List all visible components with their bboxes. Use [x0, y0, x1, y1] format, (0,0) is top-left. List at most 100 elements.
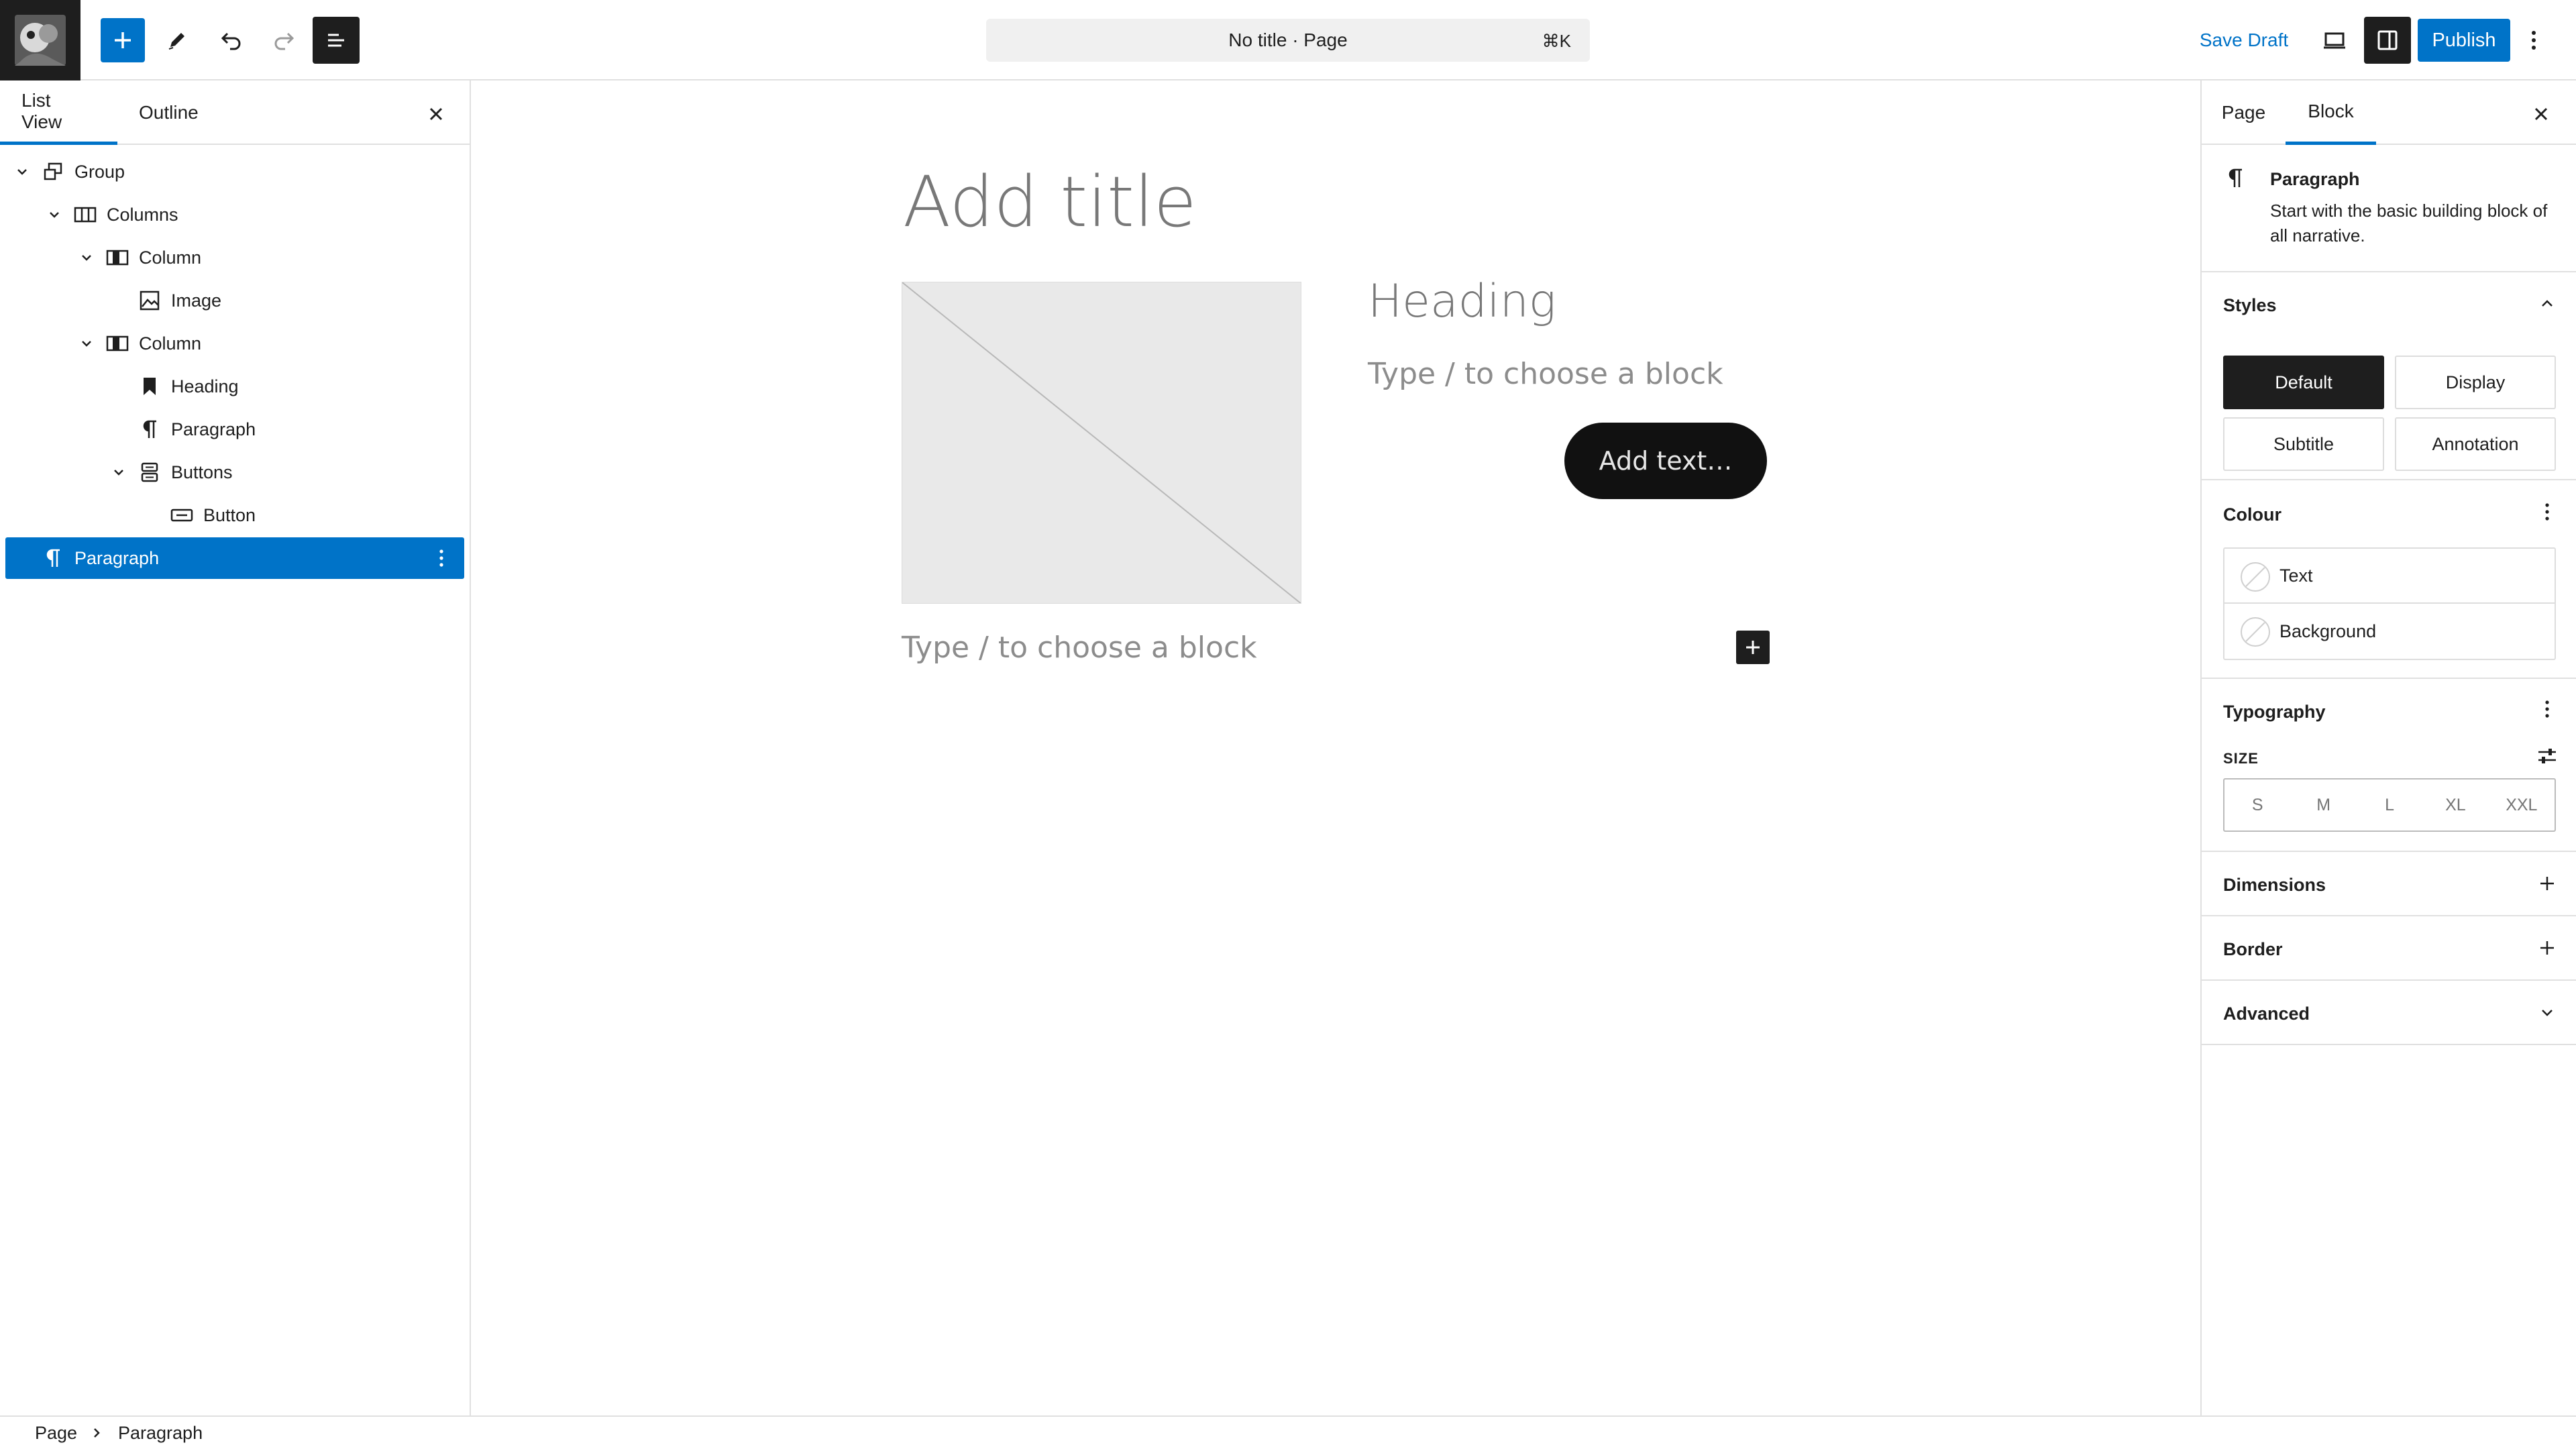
tree-item-label: Group	[74, 161, 125, 182]
border-panel[interactable]: Border	[2202, 916, 2576, 981]
close-list-view-button[interactable]	[416, 94, 456, 134]
heading-block[interactable]: Heading	[1368, 275, 1556, 328]
close-settings-button[interactable]	[2521, 94, 2561, 134]
section-title: Dimensions	[2223, 875, 2326, 895]
section-title: Colour	[2223, 504, 2282, 525]
image-block-placeholder[interactable]	[902, 282, 1301, 604]
site-logo[interactable]	[0, 0, 80, 80]
colour-options-box: Text Background	[2223, 547, 2556, 660]
tree-item-paragraph[interactable]: Paragraph	[5, 409, 464, 450]
chevron-down-icon[interactable]	[76, 248, 97, 268]
preview-button[interactable]	[2308, 13, 2361, 67]
options-menu-button[interactable]	[2517, 13, 2551, 67]
chevron-down-icon[interactable]	[2532, 997, 2563, 1028]
tree-item-image[interactable]: Image	[5, 280, 464, 321]
pilcrow-icon	[2222, 165, 2249, 192]
column-icon	[105, 245, 130, 270]
heading-bookmark-icon	[137, 374, 162, 399]
tab-page[interactable]: Page	[2202, 80, 2286, 145]
undo-button[interactable]	[204, 13, 258, 67]
settings-sidebar: Page Block Paragraph Start with the basi…	[2200, 80, 2576, 1415]
publish-button[interactable]: Publish	[2418, 19, 2510, 62]
size-option-xl[interactable]: XL	[2422, 780, 2488, 830]
save-draft-button[interactable]: Save Draft	[2187, 20, 2301, 60]
desktop-icon	[2321, 27, 2348, 54]
chevron-right-icon	[91, 1426, 102, 1440]
placeholder-diagonal	[902, 282, 1301, 603]
block-options-button[interactable]	[428, 545, 455, 572]
chevron-down-icon[interactable]	[12, 162, 32, 182]
inline-inserter-button[interactable]	[1736, 631, 1770, 664]
tree-item-label: Paragraph	[171, 419, 256, 439]
style-default-button[interactable]: Default	[2223, 356, 2384, 409]
advanced-panel[interactable]: Advanced	[2202, 981, 2576, 1045]
redo-button[interactable]	[258, 13, 311, 67]
size-option-l[interactable]: L	[2357, 780, 2422, 830]
size-option-s[interactable]: S	[2224, 780, 2290, 830]
typography-panel: Typography SIZE S M L XL XXL	[2202, 679, 2576, 852]
button-block[interactable]: Add text…	[1564, 423, 1767, 499]
custom-size-settings-icon[interactable]	[2532, 741, 2563, 771]
tools-button[interactable]	[150, 13, 204, 67]
chevron-down-icon[interactable]	[76, 333, 97, 354]
button-icon	[169, 502, 195, 528]
plus-icon[interactable]	[2532, 932, 2563, 963]
size-option-m[interactable]: M	[2290, 780, 2356, 830]
document-overview-button[interactable]	[313, 17, 360, 64]
block-card-title: Paragraph	[2270, 169, 2360, 189]
paragraph-placeholder[interactable]: Type / to choose a block	[902, 631, 1257, 665]
breadcrumb-item-paragraph: Paragraph	[118, 1422, 203, 1443]
style-display-button[interactable]: Display	[2395, 356, 2556, 409]
more-vertical-icon	[2530, 28, 2537, 52]
chevron-down-icon[interactable]	[44, 205, 64, 225]
tree-item-buttons[interactable]: Buttons	[5, 451, 464, 493]
tree-item-label: Buttons	[171, 462, 233, 482]
colour-text-option[interactable]: Text	[2224, 549, 2555, 604]
plus-icon	[112, 30, 133, 51]
tree-item-column[interactable]: Column	[5, 323, 464, 364]
section-title: Typography	[2223, 702, 2326, 722]
undo-icon	[218, 28, 244, 53]
tree-item-label: Image	[171, 290, 222, 311]
tree-item-label: Heading	[171, 376, 239, 396]
column-icon	[105, 331, 130, 356]
plus-icon[interactable]	[2532, 868, 2563, 899]
command-palette-bar[interactable]: No title · Page ⌘K	[986, 19, 1590, 62]
list-view-icon	[323, 28, 349, 53]
font-size-picker: S M L XL XXL	[2223, 778, 2556, 832]
more-vertical-icon[interactable]	[2532, 694, 2563, 724]
tree-item-button[interactable]: Button	[5, 494, 464, 536]
colour-option-label: Background	[2279, 621, 2377, 641]
size-option-xxl[interactable]: XXL	[2489, 780, 2555, 830]
colour-background-option[interactable]: Background	[2224, 604, 2555, 659]
style-subtitle-button[interactable]: Subtitle	[2223, 417, 2384, 471]
chevron-up-icon[interactable]	[2532, 288, 2563, 319]
plus-icon	[1743, 638, 1762, 657]
block-breadcrumb: Page Paragraph	[0, 1415, 2576, 1449]
dimensions-panel[interactable]: Dimensions	[2202, 852, 2576, 916]
tree-item-heading[interactable]: Heading	[5, 366, 464, 407]
image-icon	[137, 288, 162, 313]
breadcrumb-item-page[interactable]: Page	[35, 1423, 77, 1444]
size-label: SIZE	[2223, 750, 2259, 767]
post-title-input[interactable]: Add title	[903, 161, 1197, 243]
tree-item-column[interactable]: Column	[5, 237, 464, 278]
group-icon	[40, 159, 66, 184]
settings-tabs: Page Block	[2202, 80, 2576, 145]
pilcrow-icon	[137, 417, 162, 442]
style-annotation-button[interactable]: Annotation	[2395, 417, 2556, 471]
add-block-button[interactable]	[101, 18, 145, 62]
chevron-down-icon[interactable]	[109, 462, 129, 482]
colour-option-label: Text	[2279, 565, 2313, 586]
tree-item-paragraph-selected[interactable]: Paragraph	[5, 537, 464, 579]
more-vertical-icon[interactable]	[2532, 496, 2563, 527]
section-title: Advanced	[2223, 1004, 2310, 1024]
tree-item-group[interactable]: Group	[5, 151, 464, 193]
tab-list-view[interactable]: List View	[0, 80, 117, 145]
editor-canvas: Add title Heading Type / to choose a blo…	[471, 80, 2200, 1415]
tree-item-columns[interactable]: Columns	[5, 194, 464, 235]
settings-sidebar-toggle[interactable]	[2364, 17, 2411, 64]
column-paragraph-placeholder[interactable]: Type / to choose a block	[1368, 357, 1723, 391]
tab-block[interactable]: Block	[2286, 80, 2376, 145]
tab-outline[interactable]: Outline	[117, 80, 235, 145]
